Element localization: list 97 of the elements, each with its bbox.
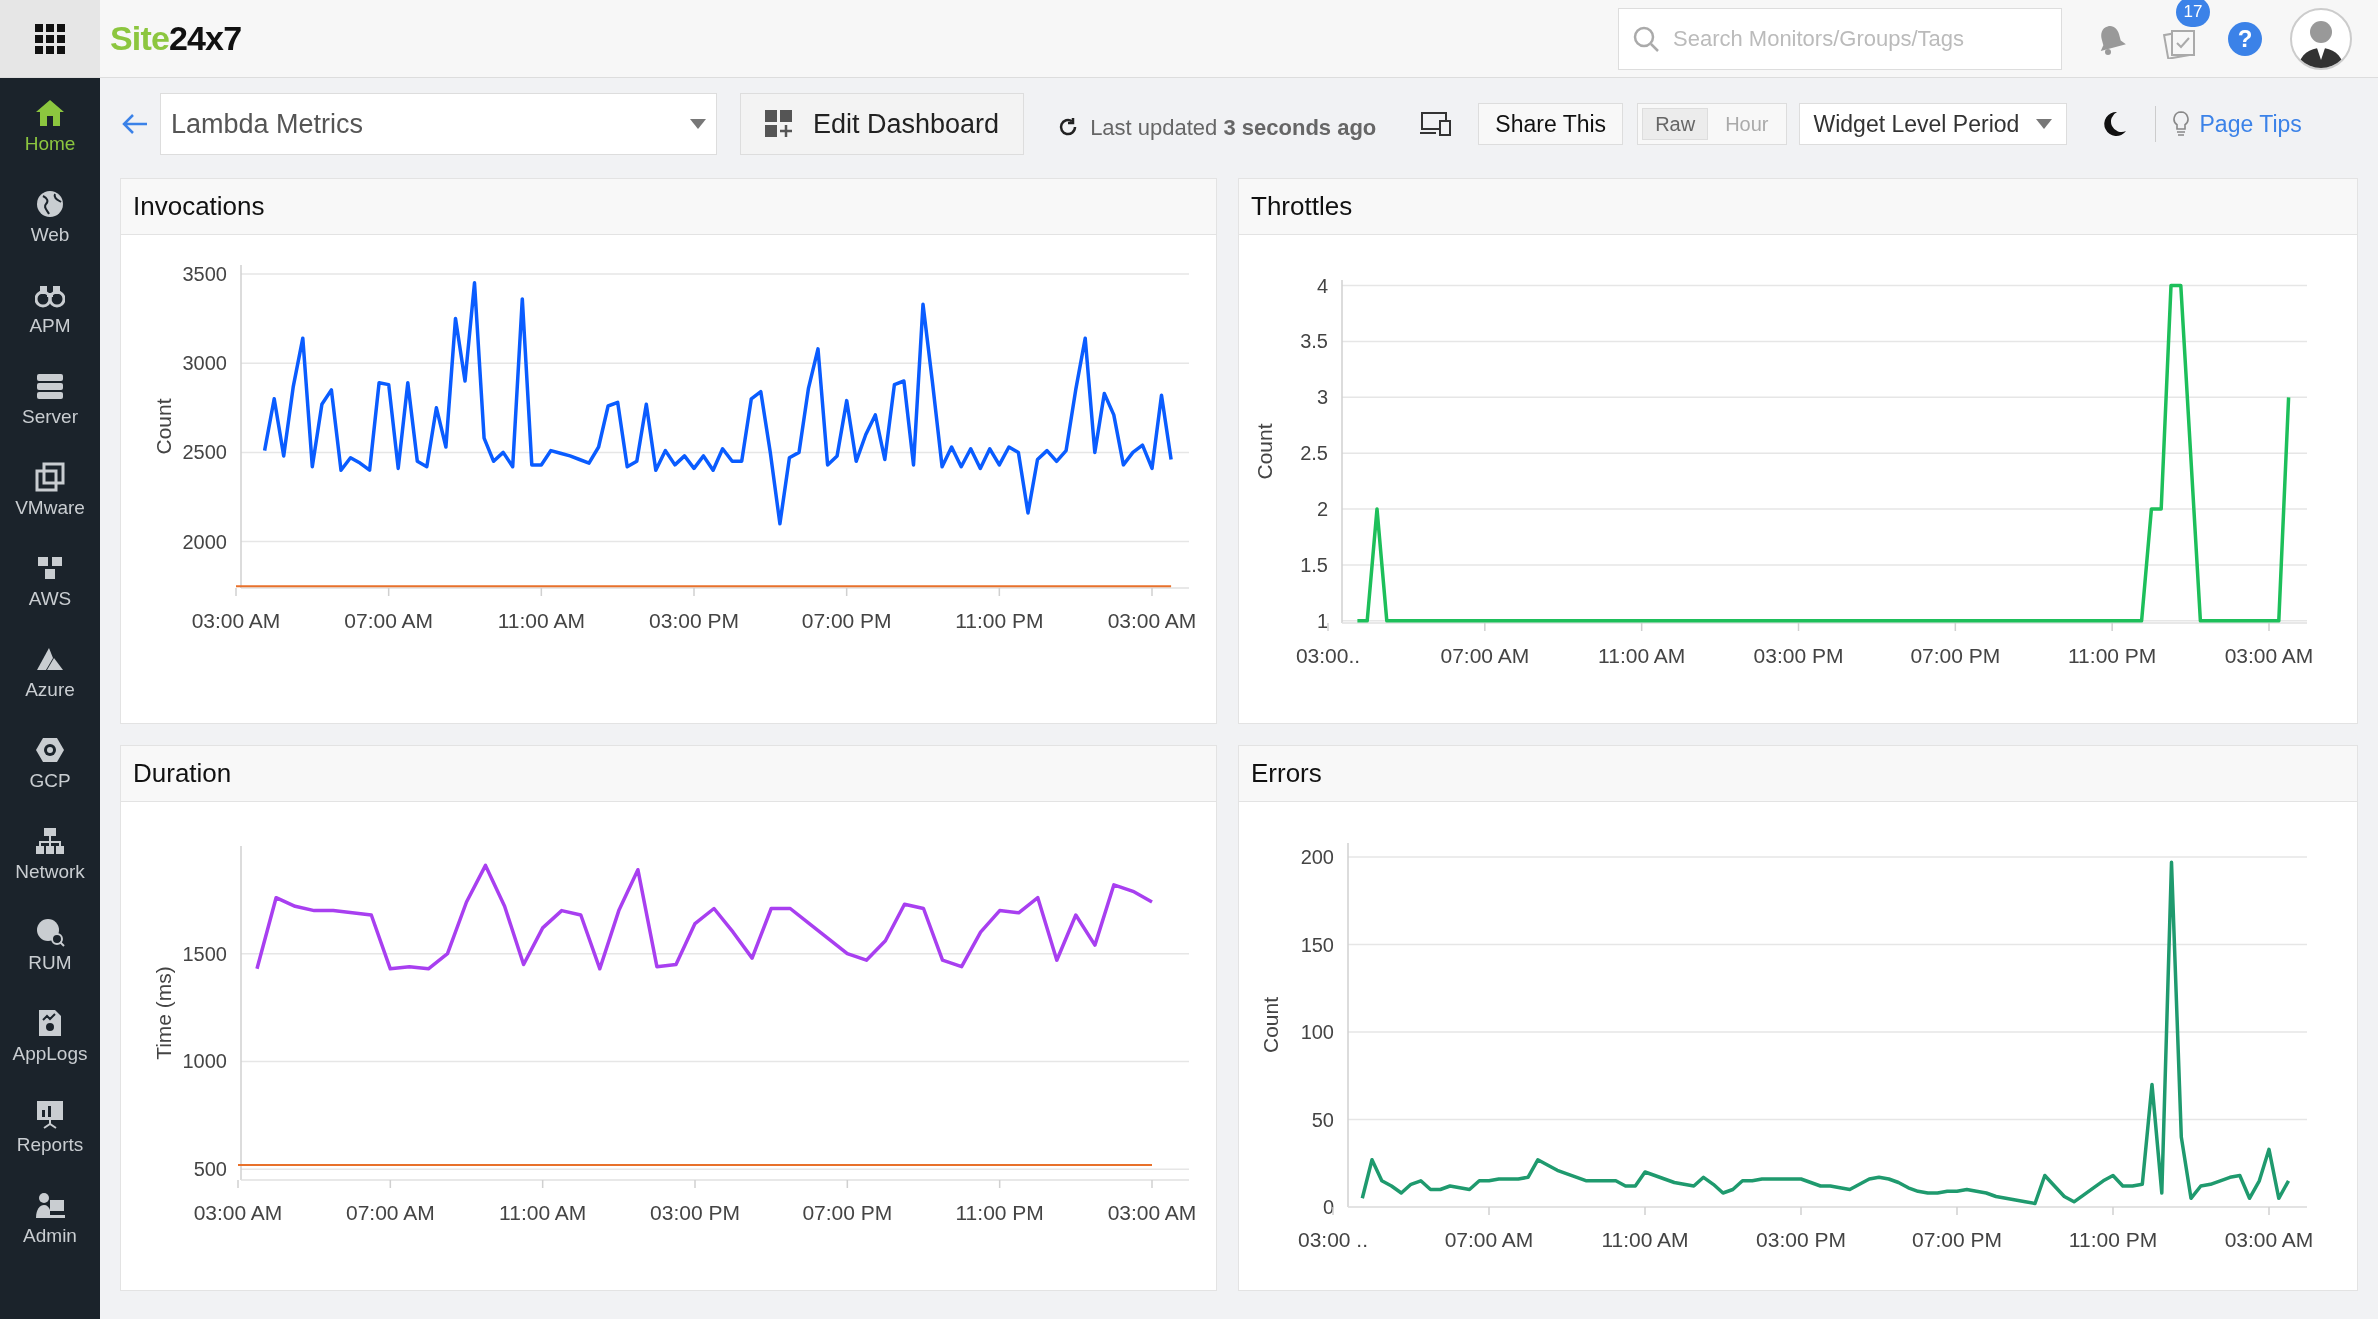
axis-tick-label: 03:00 AM bbox=[191, 609, 281, 632]
granularity-option[interactable]: Raw bbox=[1642, 108, 1709, 140]
help-icon[interactable]: ? bbox=[2228, 21, 2262, 56]
axis-tick-label: 07:00 PM bbox=[802, 1201, 893, 1224]
axis-tick-label: 50 bbox=[1311, 1108, 1334, 1131]
axis-tick-label: 03:00 .. bbox=[1297, 1228, 1369, 1251]
search-icon bbox=[1632, 24, 1660, 53]
axis-tick-label: 11:00 PM bbox=[2068, 644, 2157, 667]
apps-button[interactable] bbox=[0, 0, 100, 77]
axis-tick-label: 1.5 bbox=[1300, 553, 1328, 576]
axis-tick-label: 03:00 PM bbox=[1756, 1228, 1846, 1251]
grid-menu-icon bbox=[35, 23, 65, 54]
globe-icon bbox=[35, 189, 65, 219]
axis-tick-label: 11:00 AM bbox=[499, 1201, 587, 1224]
globe-search-icon bbox=[35, 917, 65, 947]
axis-tick-label: 07:00 AM bbox=[1440, 644, 1530, 667]
axis-tick-label: 11:00 AM bbox=[497, 609, 585, 632]
axis-tick-label: 03:00 PM bbox=[649, 609, 739, 632]
dashboard-select[interactable]: Lambda Metrics bbox=[160, 93, 717, 155]
axis-tick-label: 07:00 AM bbox=[344, 609, 434, 632]
axis-tick-label: 11:00 PM bbox=[955, 609, 1044, 632]
sidebar-item[interactable]: Azure bbox=[0, 626, 100, 717]
axis-tick-label: 2 bbox=[1316, 498, 1328, 521]
sidebar-item[interactable]: RUM bbox=[0, 899, 100, 990]
sidebar-item[interactable]: APM bbox=[0, 262, 100, 353]
axis-tick-label: 3.5 bbox=[1300, 330, 1328, 353]
axis-tick-label: 03:00 PM bbox=[1753, 644, 1844, 667]
axis-title: Count bbox=[1253, 423, 1276, 480]
axis-tick-label: 11:00 AM bbox=[1598, 644, 1686, 667]
period-select[interactable]: Widget Level Period bbox=[1798, 103, 2067, 145]
axis-tick-label: 2000 bbox=[182, 530, 227, 553]
axis-tick-label: 03:00 AM bbox=[2224, 644, 2314, 667]
axis-tick-label: 11:00 AM bbox=[1601, 1228, 1689, 1251]
axis-tick-label: 11:00 PM bbox=[955, 1201, 1044, 1224]
axis-tick-label: 07:00 PM bbox=[801, 609, 892, 632]
network-icon bbox=[35, 826, 65, 856]
grid-plus-icon bbox=[765, 110, 793, 138]
caret-icon bbox=[2035, 119, 2052, 129]
notification-badge: 17 bbox=[2176, 0, 2210, 27]
axis-tick-label: 0 bbox=[1322, 1196, 1334, 1218]
axis-tick-label: 150 bbox=[1300, 933, 1334, 956]
axis-tick-label: 2500 bbox=[182, 441, 227, 464]
sidebar-item[interactable]: Admin bbox=[0, 1172, 100, 1263]
moon-icon[interactable] bbox=[2102, 111, 2127, 137]
axis-tick-label: 03:00 AM bbox=[1107, 609, 1197, 632]
last-updated-text: Last updated 3 seconds ago bbox=[1090, 113, 1377, 142]
axis-title: Count bbox=[152, 398, 175, 455]
widget-title: Duration bbox=[133, 757, 232, 790]
widget-title: Throttles bbox=[1251, 190, 1353, 223]
axis-tick-label: 4 bbox=[1316, 274, 1328, 297]
sidebar-item[interactable]: Home bbox=[0, 80, 100, 171]
sidebar-item[interactable]: Server bbox=[0, 353, 100, 444]
sidebar-item[interactable]: AWS bbox=[0, 535, 100, 626]
axis-tick-label: 07:00 AM bbox=[345, 1201, 435, 1224]
axis-tick-label: 100 bbox=[1300, 1021, 1334, 1043]
axis-tick-label: 3000 bbox=[182, 352, 227, 375]
home-icon bbox=[35, 98, 65, 128]
axis-tick-label: 1000 bbox=[182, 1050, 227, 1073]
search-field[interactable]: Search Monitors/Groups/Tags bbox=[1618, 7, 2062, 70]
axis-tick-label: 03:00 AM bbox=[2224, 1228, 2314, 1251]
axis-title: Count bbox=[1259, 997, 1282, 1053]
axis-tick-label: 03:00 PM bbox=[650, 1201, 740, 1224]
axis-tick-label: 03:00 AM bbox=[193, 1201, 283, 1224]
refresh-icon[interactable] bbox=[1058, 117, 1079, 137]
sidebar-item[interactable]: GCP bbox=[0, 717, 100, 808]
sidebar-item[interactable]: VMware bbox=[0, 444, 100, 535]
axis-tick-label: 1500 bbox=[182, 942, 227, 965]
edit-dashboard-button[interactable]: Edit Dashboard bbox=[740, 93, 1025, 155]
axis-title: Time (ms) bbox=[152, 966, 175, 1060]
axis-tick-label: 1 bbox=[1316, 609, 1328, 632]
back-arrow-icon[interactable] bbox=[122, 113, 148, 135]
axis-tick-label: 07:00 PM bbox=[1910, 644, 2001, 667]
server-icon bbox=[35, 371, 65, 401]
widget-title: Errors bbox=[1251, 757, 1322, 790]
sidebar-item[interactable]: Network bbox=[0, 808, 100, 899]
sidebar-item[interactable]: Web bbox=[0, 171, 100, 262]
widget-title: Invocations bbox=[133, 190, 265, 223]
axis-tick-label: 500 bbox=[193, 1158, 227, 1181]
axis-tick-label: 200 bbox=[1300, 846, 1334, 868]
bulb-icon bbox=[2171, 110, 2190, 138]
user-desktop-icon bbox=[35, 1190, 65, 1220]
axis-tick-label: 07:00 AM bbox=[1444, 1228, 1534, 1251]
sidebar-item[interactable]: AppLogs bbox=[0, 990, 100, 1081]
share-button[interactable]: Share This bbox=[1478, 103, 1624, 145]
axis-tick-label: 11:00 PM bbox=[2068, 1228, 2158, 1251]
logo[interactable]: Site24x7 bbox=[110, 13, 242, 64]
axis-tick-label: 3 bbox=[1316, 386, 1328, 409]
axis-tick-label: 03:00.. bbox=[1295, 644, 1361, 667]
axis-tick-label: 07:00 PM bbox=[1912, 1228, 2002, 1251]
sidebar-item[interactable]: Reports bbox=[0, 1081, 100, 1172]
axis-tick-label: 2.5 bbox=[1300, 442, 1328, 465]
squares-icon bbox=[35, 462, 65, 492]
presentation-board-icon bbox=[35, 1099, 65, 1129]
axis-tick-label: 3500 bbox=[182, 262, 227, 285]
hexagon-icon bbox=[35, 735, 65, 765]
caret-icon bbox=[690, 119, 706, 129]
axis-tick-label: 03:00 AM bbox=[1107, 1201, 1197, 1224]
